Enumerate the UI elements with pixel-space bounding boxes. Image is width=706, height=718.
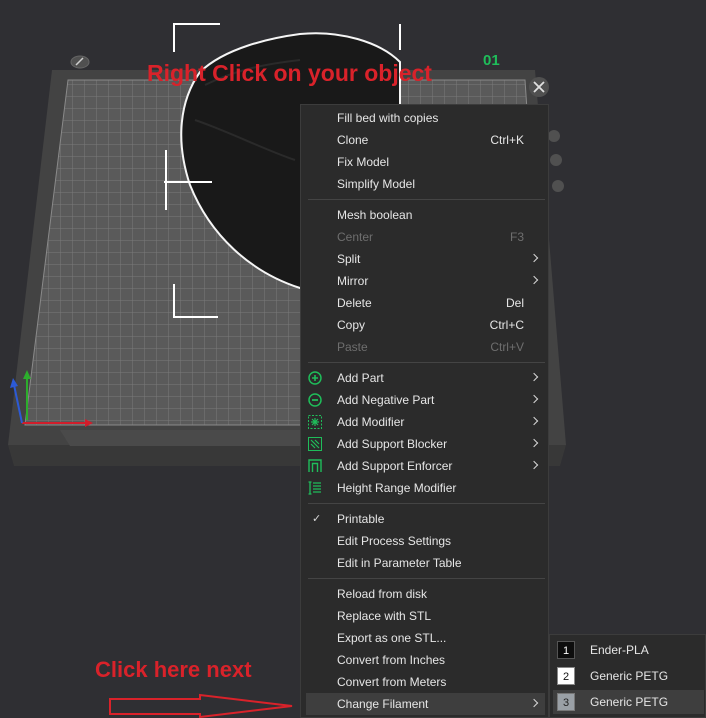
menu-item-convert-from-inches[interactable]: Convert from Inches	[306, 649, 545, 671]
annotation-right-click: Right Click on your object	[147, 60, 432, 86]
filament-option[interactable]: 1 Ender-PLA	[553, 638, 704, 662]
menu-item-split[interactable]: Split	[306, 248, 545, 270]
menu-separator	[308, 578, 545, 579]
add-part-icon	[308, 371, 322, 385]
menu-item-simplify-model[interactable]: Simplify Model	[306, 173, 545, 195]
checkmark-icon: ✓	[312, 513, 322, 525]
menu-item-delete[interactable]: Delete Del	[306, 292, 545, 314]
menu-item-copy[interactable]: Copy Ctrl+C	[306, 314, 545, 336]
support-blocker-icon	[308, 437, 322, 451]
shortcut-label: Ctrl+K	[490, 133, 524, 147]
support-enforcer-icon	[308, 459, 322, 472]
menu-separator	[308, 503, 545, 504]
plate-tool-icon[interactable]	[550, 154, 562, 166]
menu-item-paste: Paste Ctrl+V	[306, 336, 545, 358]
chevron-right-icon	[529, 416, 539, 426]
menu-item-reload-from-disk[interactable]: Reload from disk	[306, 583, 545, 605]
shortcut-label: Ctrl+C	[489, 318, 524, 332]
chevron-right-icon	[529, 698, 539, 708]
menu-item-height-range-modifier[interactable]: Height Range Modifier	[306, 477, 545, 499]
filament-swatch: 1	[557, 641, 575, 659]
menu-item-add-negative-part[interactable]: Add Negative Part	[306, 389, 545, 411]
menu-item-edit-parameter-table[interactable]: Edit in Parameter Table	[306, 552, 545, 574]
context-menu: Fill bed with copies Clone Ctrl+K Fix Mo…	[300, 104, 549, 718]
shortcut-label: Del	[505, 296, 524, 310]
shortcut-label: F3	[509, 230, 524, 244]
modifier-icon	[308, 415, 322, 429]
menu-item-edit-process-settings[interactable]: Edit Process Settings	[306, 530, 545, 552]
chevron-right-icon	[529, 460, 539, 470]
menu-item-convert-from-meters[interactable]: Convert from Meters	[306, 671, 545, 693]
menu-item-add-modifier[interactable]: Add Modifier	[306, 411, 545, 433]
annotation-click-next: Click here next	[95, 657, 252, 682]
menu-item-export-stl[interactable]: Export as one STL...	[306, 627, 545, 649]
filament-submenu: 1 Ender-PLA 2 Generic PETG 3 Generic PET…	[549, 634, 706, 718]
menu-item-add-part[interactable]: Add Part	[306, 367, 545, 389]
shortcut-label: Ctrl+V	[490, 340, 524, 354]
plate-number: 01	[483, 52, 500, 69]
filament-swatch: 3	[557, 693, 575, 711]
height-range-icon	[308, 481, 321, 495]
menu-item-replace-with-stl[interactable]: Replace with STL	[306, 605, 545, 627]
menu-separator	[308, 362, 545, 363]
plate-tool-icon[interactable]	[552, 180, 564, 192]
chevron-right-icon	[529, 394, 539, 404]
annotation-arrow	[109, 693, 293, 718]
menu-item-fill-bed[interactable]: Fill bed with copies	[306, 107, 545, 129]
menu-item-clone[interactable]: Clone Ctrl+K	[306, 129, 545, 151]
filament-option[interactable]: 2 Generic PETG	[553, 664, 704, 688]
menu-item-add-support-enforcer[interactable]: Add Support Enforcer	[306, 455, 545, 477]
negative-part-icon	[308, 393, 322, 407]
menu-item-printable[interactable]: ✓ Printable	[306, 508, 545, 530]
menu-item-mirror[interactable]: Mirror	[306, 270, 545, 292]
menu-item-change-filament[interactable]: Change Filament	[306, 693, 545, 715]
chevron-right-icon	[529, 372, 539, 382]
menu-separator	[308, 199, 545, 200]
filament-option[interactable]: 3 Generic PETG	[553, 690, 704, 714]
chevron-right-icon	[529, 253, 539, 263]
menu-item-fix-model[interactable]: Fix Model	[306, 151, 545, 173]
plate-tool-icon[interactable]	[548, 130, 560, 142]
menu-item-mesh-boolean[interactable]: Mesh boolean	[306, 204, 545, 226]
chevron-right-icon	[529, 275, 539, 285]
menu-item-add-support-blocker[interactable]: Add Support Blocker	[306, 433, 545, 455]
chevron-right-icon	[529, 438, 539, 448]
filament-swatch: 2	[557, 667, 575, 685]
menu-item-center: Center F3	[306, 226, 545, 248]
